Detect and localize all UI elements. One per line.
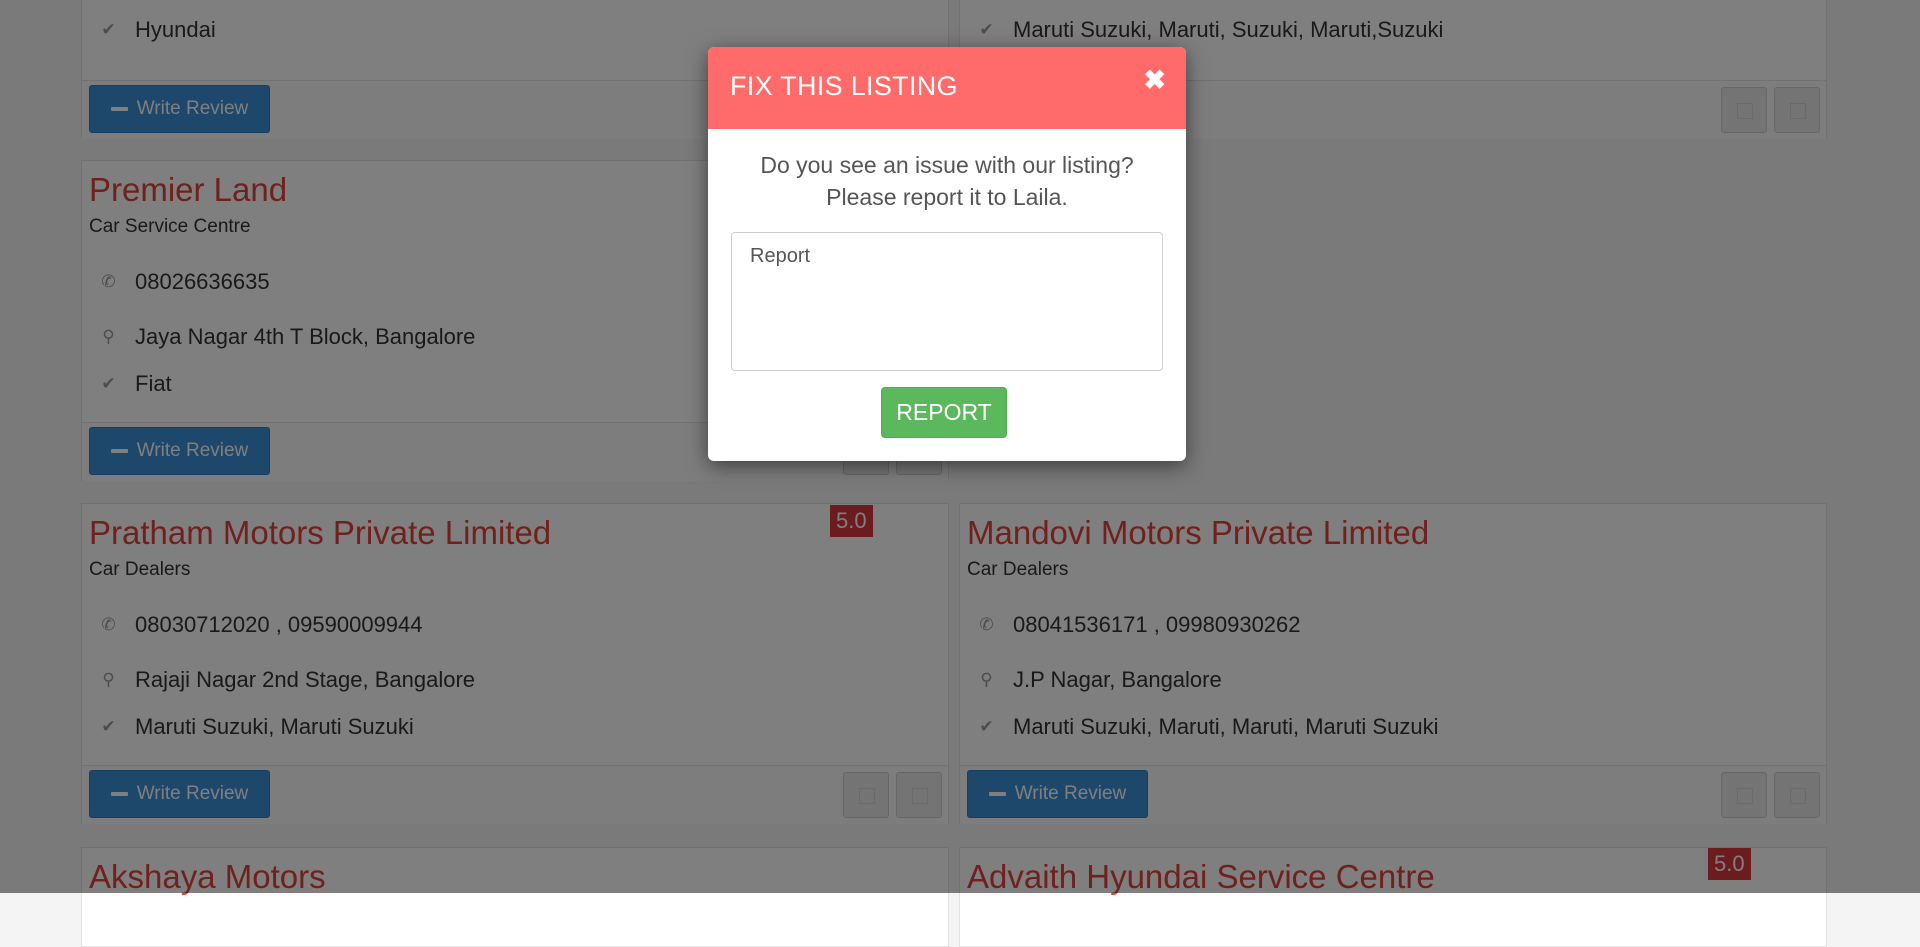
modal-message: Do you see an issue with our listing? Pl…	[708, 149, 1186, 213]
modal-header: FIX THIS LISTING ✖	[708, 47, 1186, 129]
fix-listing-modal: FIX THIS LISTING ✖ Do you see an issue w…	[708, 47, 1186, 461]
close-icon[interactable]: ✖	[1143, 67, 1166, 94]
report-button[interactable]: REPORT	[881, 387, 1007, 438]
modal-message-line-2: Please report it to Laila.	[826, 184, 1068, 210]
modal-title: FIX THIS LISTING	[730, 71, 958, 101]
report-textarea[interactable]	[731, 232, 1163, 371]
modal-message-line-1: Do you see an issue with our listing?	[760, 152, 1134, 178]
